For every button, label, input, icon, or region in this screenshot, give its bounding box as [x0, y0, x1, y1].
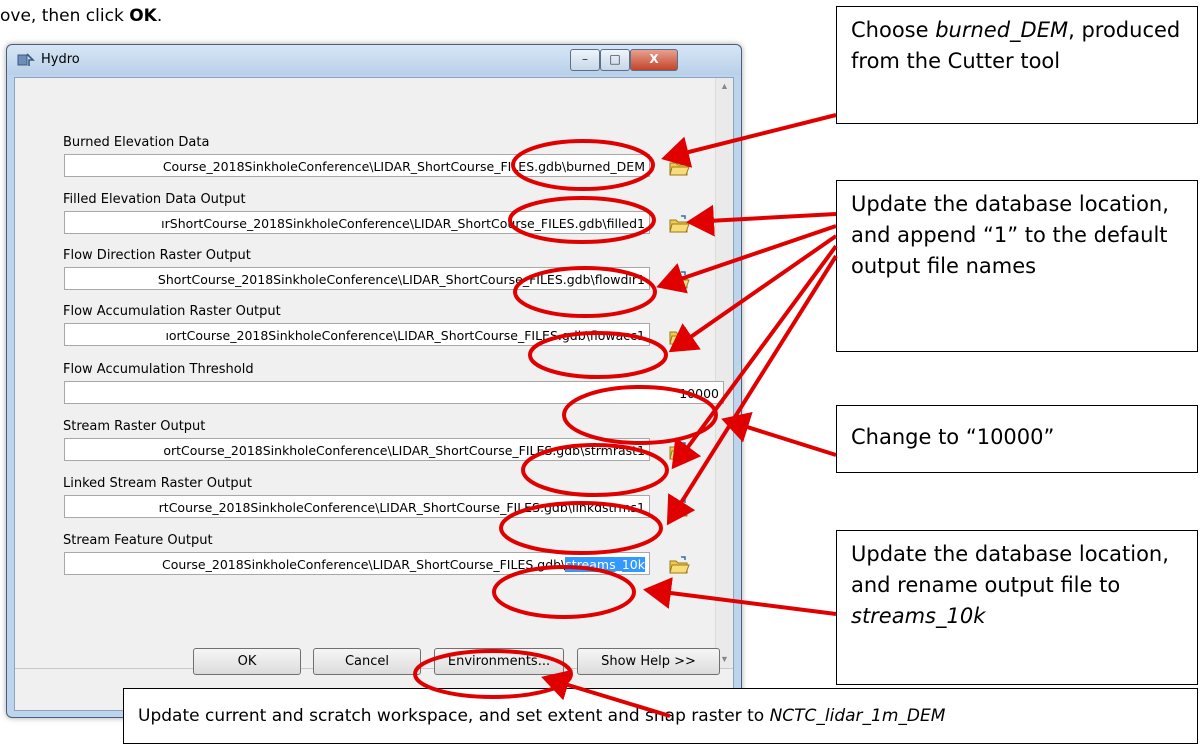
instruction-text-end: . [156, 6, 163, 26]
title-bar[interactable]: Hydro – □ X [7, 45, 741, 75]
threshold-label: Flow Accumulation Threshold [63, 362, 254, 377]
linked-stream-label: Linked Stream Raster Output [63, 476, 252, 491]
folder-open-icon[interactable] [668, 497, 690, 519]
instruction-text-start: ove, then click [0, 6, 130, 26]
show-help-button[interactable]: Show Help >> [577, 648, 720, 675]
stream-raster-label: Stream Raster Output [63, 419, 206, 434]
ok-button[interactable]: OK [193, 648, 301, 675]
callout-rename-streams: Update the database location, and rename… [836, 530, 1198, 685]
callout-rename-streams-text: Update the database location, and rename… [851, 542, 1169, 597]
folder-open-icon[interactable] [668, 269, 690, 291]
flow-direction-label: Flow Direction Raster Output [63, 248, 251, 263]
callout-burned-dem-italic: burned_DEM [935, 18, 1069, 42]
maximize-button[interactable]: □ [600, 49, 630, 71]
stream-feature-selected-text: streams_10k [565, 557, 645, 572]
stream-feature-path: Course_2018SinkholeConference\LIDAR_Shor… [161, 557, 566, 572]
hydro-dialog: Hydro – □ X ▲ ▼ Burned Elevation Data Co… [6, 44, 742, 718]
callout-burned-dem-text-start: Choose [851, 18, 936, 42]
stream-feature-label: Stream Feature Output [63, 533, 213, 548]
callout-threshold: Change to “10000” [836, 405, 1198, 473]
minimize-button[interactable]: – [570, 49, 600, 71]
cancel-button[interactable]: Cancel [313, 648, 421, 675]
linked-stream-input[interactable]: rtCourse_2018SinkholeConference\LIDAR_Sh… [64, 495, 650, 518]
callout-environments: Update current and scratch workspace, an… [123, 688, 1198, 744]
burned-elevation-input[interactable]: Course_2018SinkholeConference\LIDAR_Shor… [64, 154, 650, 177]
flow-direction-input[interactable]: ShortCourse_2018SinkholeConference\LIDAR… [64, 267, 650, 290]
filled-elevation-label: Filled Elevation Data Output [63, 192, 246, 207]
environments-button[interactable]: Environments... [434, 648, 564, 675]
instruction-ok-word: OK [129, 6, 157, 26]
vertical-scrollbar[interactable]: ▲ ▼ [715, 78, 733, 668]
folder-open-icon[interactable] [668, 325, 690, 347]
callout-append-one: Update the database location, and append… [836, 180, 1198, 352]
filled-elevation-input[interactable]: ırShortCourse_2018SinkholeConference\LID… [64, 211, 650, 234]
callout-environments-italic: NCTC_lidar_1m_DEM [769, 706, 946, 726]
flow-accumulation-label: Flow Accumulation Raster Output [63, 304, 281, 319]
folder-open-icon[interactable] [668, 213, 690, 235]
callout-rename-streams-italic: streams_10k [851, 604, 986, 628]
scroll-up-arrow-icon[interactable]: ▲ [716, 78, 733, 95]
instruction-text: ove, then click OK. [0, 6, 162, 26]
threshold-input[interactable]: 10000 [64, 381, 724, 404]
flow-accumulation-input[interactable]: ıortCourse_2018SinkholeConference\LIDAR_… [64, 323, 650, 346]
stream-feature-input[interactable]: Course_2018SinkholeConference\LIDAR_Shor… [64, 552, 650, 575]
close-button[interactable]: X [630, 49, 678, 71]
folder-open-icon[interactable] [668, 156, 690, 178]
folder-open-icon[interactable] [668, 440, 690, 462]
window-title: Hydro [41, 52, 80, 67]
folder-open-icon[interactable] [668, 554, 690, 576]
burned-elevation-label: Burned Elevation Data [63, 135, 210, 150]
callout-environments-text: Update current and scratch workspace, an… [138, 706, 770, 726]
stream-raster-input[interactable]: ortCourse_2018SinkholeConference\LIDAR_S… [64, 438, 650, 461]
tool-icon [17, 53, 35, 66]
callout-burned-dem: Choose burned_DEM, produced from the Cut… [836, 6, 1198, 124]
dialog-body: ▲ ▼ Burned Elevation Data Course_2018Sin… [14, 77, 734, 711]
